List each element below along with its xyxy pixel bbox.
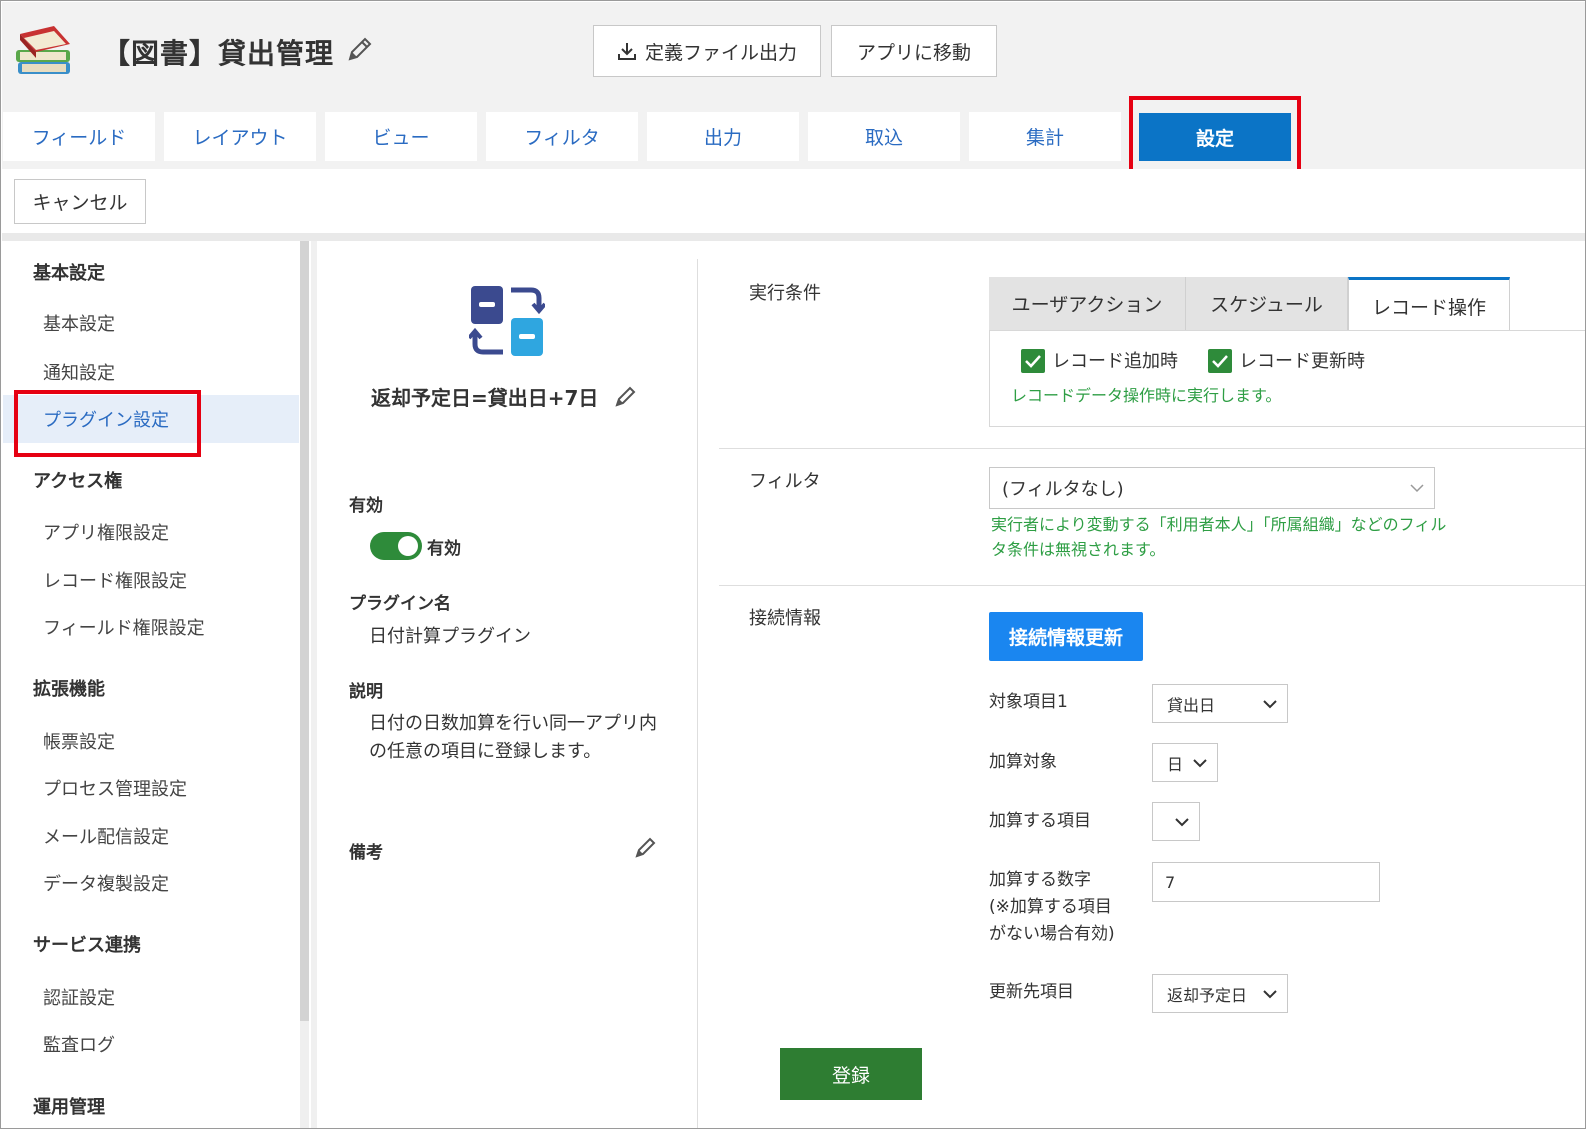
sidebar-item-audit-log[interactable]: 監査ログ <box>43 1031 115 1057</box>
add-item-select[interactable] <box>1152 802 1200 841</box>
settings-window: 【図書】貸出管理 定義ファイル出力 アプリに移動 フィールド レイアウト ビュー… <box>0 0 1586 1129</box>
add-number-input[interactable]: 7 <box>1152 862 1380 902</box>
description-line-1: 日付の日数加算を行い同一アプリ内 <box>369 713 657 734</box>
export-definition-label: 定義ファイル出力 <box>644 41 797 64</box>
check-icon <box>1025 355 1041 368</box>
tab-user-action[interactable]: ユーザアクション <box>989 277 1186 330</box>
filter-select-value: (フィルタなし) <box>1002 479 1124 500</box>
filter-note-line-1: 実行者により変動する「利用者本人」「所属組織」などのフィル <box>991 515 1447 534</box>
sidebar-item-process-settings[interactable]: プロセス管理設定 <box>43 775 187 801</box>
toggle-knob <box>398 536 418 556</box>
record-add-label: レコード追加時 <box>1052 351 1178 372</box>
plugin-name-value: 日付計算プラグイン <box>369 626 531 647</box>
chevron-down-icon <box>1175 817 1189 826</box>
chevron-down-icon <box>1410 484 1424 493</box>
add-number-label-line-1: 加算する数字 <box>989 870 1091 890</box>
record-operation-panel: レコード追加時 レコード更新時 レコードデータ操作時に実行します。 <box>989 330 1585 427</box>
books-icon <box>16 26 70 74</box>
add-number-label-line-3: がない場合有効) <box>989 924 1115 944</box>
app-title: 【図書】貸出管理 <box>102 37 335 70</box>
sidebar-section-basic: 基本設定 <box>33 263 105 284</box>
edit-pencil-icon[interactable] <box>613 383 639 409</box>
add-target-value: 日 <box>1167 754 1184 774</box>
description-line-2: の任意の項目に登録します。 <box>369 741 602 762</box>
plugin-title: 返却予定日=貸出日+7日 <box>371 386 599 410</box>
cancel-button[interactable]: キャンセル <box>14 179 146 224</box>
sidebar-item-mail-settings[interactable]: メール配信設定 <box>43 823 169 849</box>
tab-layout[interactable]: レイアウト <box>164 112 316 161</box>
connection-info-label: 接続情報 <box>749 608 821 629</box>
column-divider <box>697 259 698 1128</box>
download-icon <box>617 43 636 60</box>
target-item-label: 対象項目1 <box>989 692 1068 712</box>
tab-field[interactable]: フィールド <box>3 112 155 161</box>
add-item-label: 加算する項目 <box>989 811 1091 831</box>
add-number-label-line-2: (※加算する項目 <box>989 897 1112 917</box>
remarks-label: 備考 <box>349 843 383 863</box>
action-bar: キャンセル <box>2 169 1585 233</box>
export-definition-button[interactable]: 定義ファイル出力 <box>593 25 821 77</box>
add-target-label: 加算対象 <box>989 752 1057 772</box>
check-icon <box>1212 355 1228 368</box>
tab-output[interactable]: 出力 <box>647 112 799 161</box>
sidebar-scrollbar[interactable] <box>300 241 309 1021</box>
tab-schedule[interactable]: スケジュール <box>1186 277 1348 330</box>
sidebar-item-app-permission[interactable]: アプリ権限設定 <box>43 519 169 545</box>
filter-note-line-2: タ条件は無視されます。 <box>991 540 1166 559</box>
update-dest-select[interactable]: 返却予定日 <box>1152 974 1288 1013</box>
tab-import[interactable]: 取込 <box>808 112 960 161</box>
tab-view[interactable]: ビュー <box>325 112 477 161</box>
execution-note: レコードデータ操作時に実行します。 <box>1011 386 1282 405</box>
edit-pencil-icon[interactable] <box>634 835 658 859</box>
plugin-sync-icon <box>469 286 545 356</box>
app-header: 【図書】貸出管理 定義ファイル出力 アプリに移動 フィールド レイアウト ビュー… <box>2 2 1585 173</box>
sidebar-section-operations: 運用管理 <box>33 1097 105 1118</box>
filter-label: フィルタ <box>749 471 821 492</box>
sidebar-item-auth-settings[interactable]: 認証設定 <box>43 984 115 1010</box>
record-add-checkbox[interactable] <box>1021 349 1045 373</box>
column-divider <box>311 241 317 1128</box>
chevron-down-icon <box>1263 989 1277 998</box>
chevron-down-icon <box>1193 758 1207 767</box>
chevron-down-icon <box>1263 699 1277 708</box>
enabled-toggle-label: 有効 <box>427 539 461 559</box>
register-button[interactable]: 登録 <box>780 1048 922 1100</box>
filter-select[interactable]: (フィルタなし) <box>989 467 1435 509</box>
update-dest-value: 返却予定日 <box>1167 985 1248 1005</box>
divider <box>2 233 1585 241</box>
sidebar-item-record-permission[interactable]: レコード権限設定 <box>43 567 187 593</box>
target-item-select[interactable]: 貸出日 <box>1152 684 1288 723</box>
sidebar-item-form-settings[interactable]: 帳票設定 <box>43 728 115 754</box>
sidebar-section-access: アクセス権 <box>33 471 123 492</box>
sidebar-item-plugin-settings[interactable]: プラグイン設定 <box>3 395 299 443</box>
enabled-toggle[interactable] <box>370 532 422 560</box>
tab-settings[interactable]: 設定 <box>1139 113 1291 161</box>
target-item-value: 貸出日 <box>1167 695 1216 715</box>
go-to-app-button[interactable]: アプリに移動 <box>831 25 997 77</box>
add-target-select[interactable]: 日 <box>1152 743 1218 782</box>
sidebar-section-extensions: 拡張機能 <box>33 679 105 700</box>
settings-sidebar: 基本設定 基本設定 通知設定 プラグイン設定 アクセス権 アプリ権限設定 レコー… <box>2 241 300 1128</box>
tab-record-operation[interactable]: レコード操作 <box>1348 277 1510 332</box>
sidebar-item-basic-settings[interactable]: 基本設定 <box>43 310 115 336</box>
execution-condition-tabs: ユーザアクション スケジュール レコード操作 <box>989 277 1585 332</box>
record-update-label: レコード更新時 <box>1239 351 1365 372</box>
sidebar-section-services: サービス連携 <box>33 935 141 956</box>
description-label: 説明 <box>349 682 383 702</box>
section-divider <box>719 448 1585 449</box>
plugin-name-label: プラグイン名 <box>349 594 451 614</box>
section-divider <box>719 585 1585 586</box>
execution-condition-label: 実行条件 <box>749 283 821 304</box>
enabled-label: 有効 <box>349 496 383 516</box>
tab-filter[interactable]: フィルタ <box>486 112 638 161</box>
record-update-checkbox[interactable] <box>1208 349 1232 373</box>
sidebar-item-notification-settings[interactable]: 通知設定 <box>43 359 115 385</box>
update-connection-button[interactable]: 接続情報更新 <box>989 612 1143 661</box>
tab-aggregate[interactable]: 集計 <box>969 112 1121 161</box>
sidebar-item-field-permission[interactable]: フィールド権限設定 <box>43 614 205 640</box>
sidebar-item-data-copy-settings[interactable]: データ複製設定 <box>43 870 169 896</box>
edit-pencil-icon[interactable] <box>345 34 375 64</box>
update-dest-label: 更新先項目 <box>989 982 1074 1002</box>
